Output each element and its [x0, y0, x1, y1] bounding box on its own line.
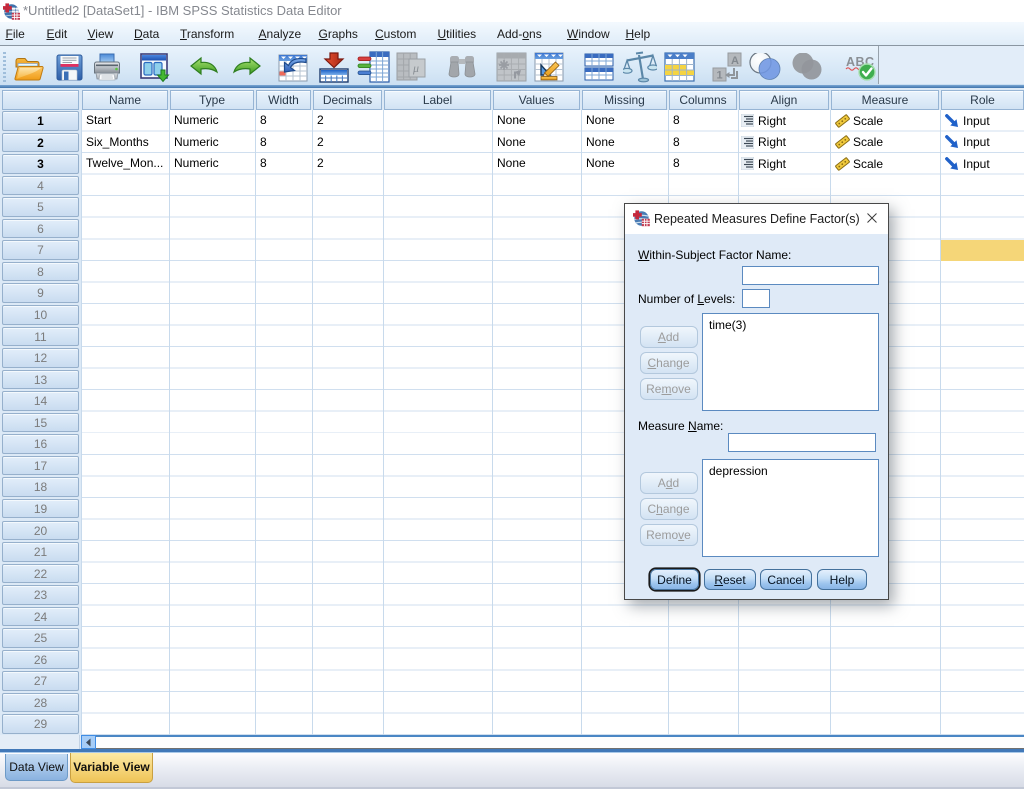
svg-text:A: A: [731, 55, 739, 67]
svg-text:μ: μ: [412, 61, 419, 75]
svg-text:1: 1: [717, 70, 723, 82]
